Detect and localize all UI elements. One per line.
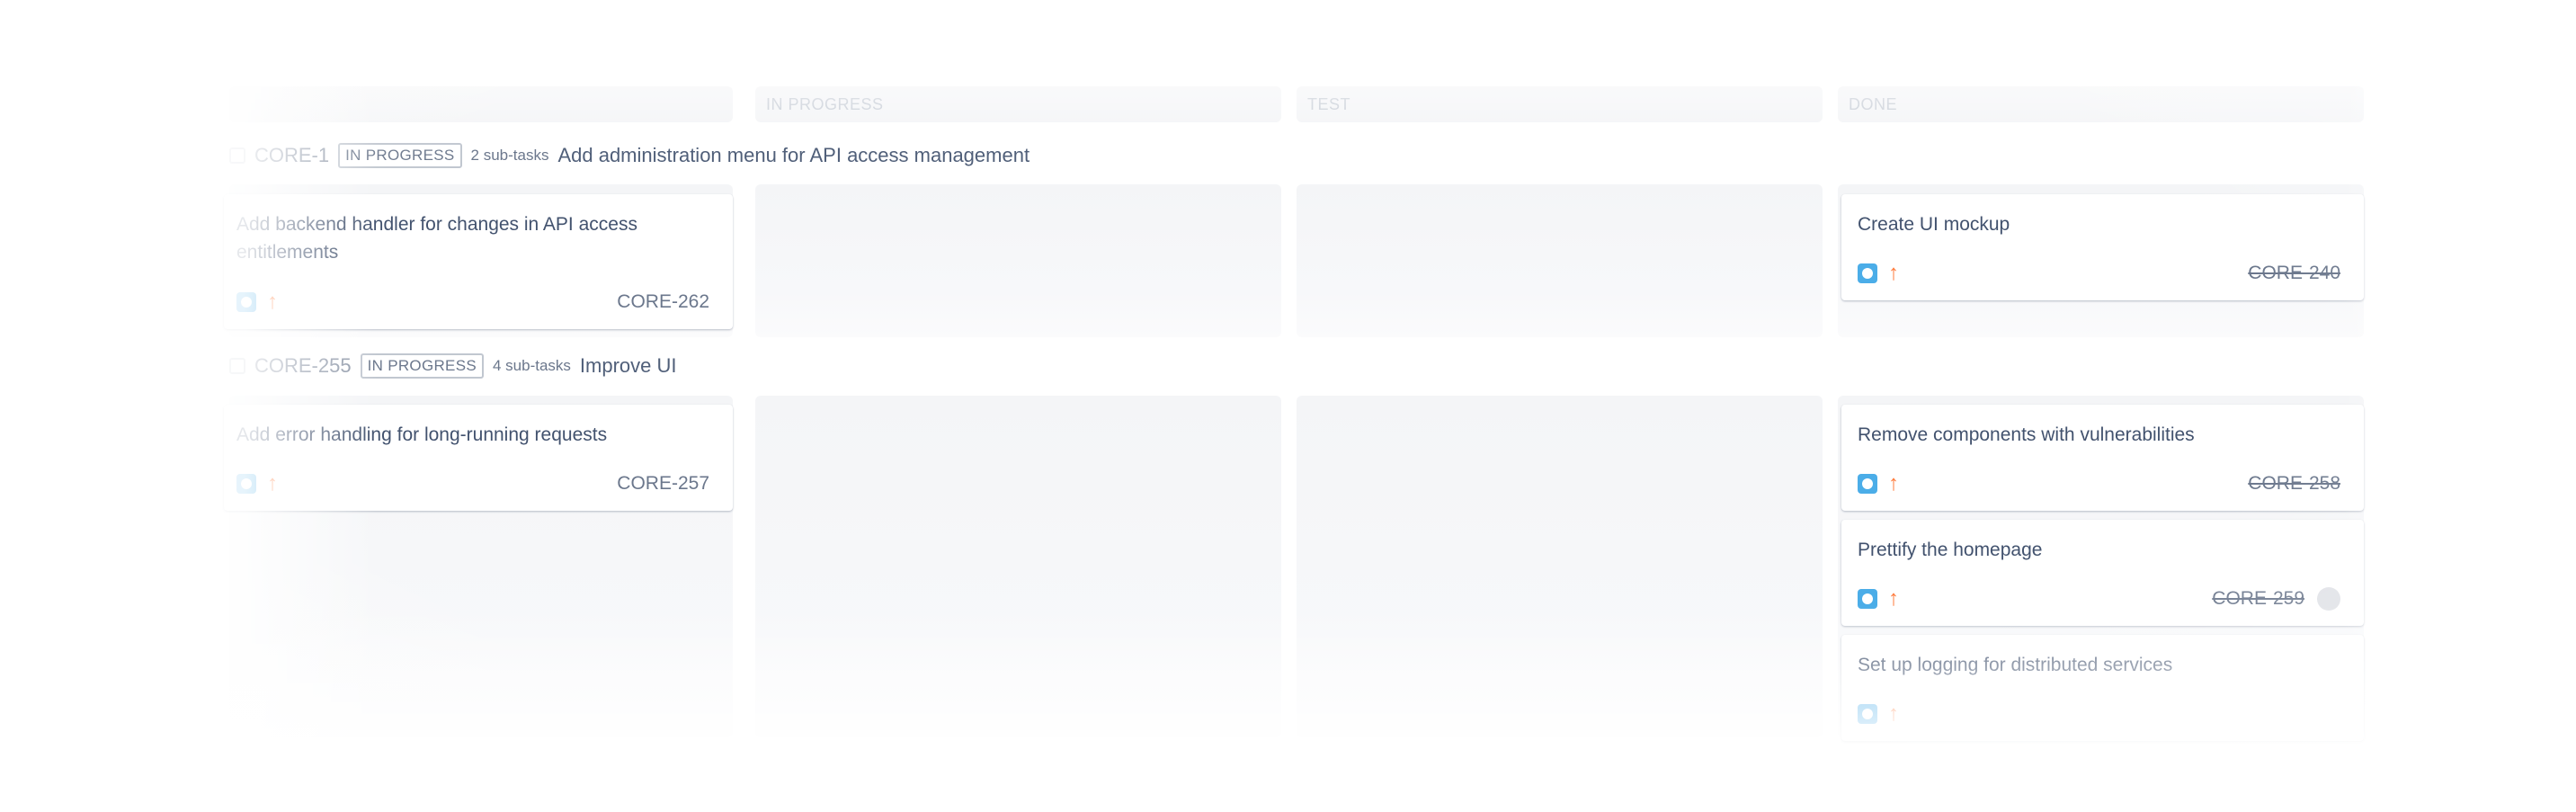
column-title: TEST [1307,94,1351,113]
column-header-done: DONE [1838,86,2364,122]
task-type-icon [236,474,256,494]
checkbox-icon [229,358,245,374]
card-title: Create UI mockup [1858,214,2010,235]
task-type-icon [1858,474,1877,494]
card-title: Prettify the homepage [1858,540,2043,560]
status-badge: IN PROGRESS [338,143,462,168]
task-type-icon [1858,704,1877,724]
priority-high-icon: ↑ [1888,701,1899,726]
column-cell [755,396,1281,737]
card-title: Add backend handler for changes in API a… [236,214,637,263]
avatar[interactable] [2317,587,2340,611]
issue-summary[interactable]: Add administration menu for API access m… [557,144,1030,167]
issue-card[interactable]: Add backend handler for changes in API a… [224,194,733,329]
card-key[interactable]: CORE-262 [617,291,709,313]
priority-high-icon: ↑ [1888,471,1899,495]
issue-card[interactable]: Remove components with vulnerabilities ↑… [1841,405,2364,511]
kanban-board: IN PROGRESS TEST DONE CORE-1 IN PROGRESS… [0,0,2576,812]
priority-high-icon: ↑ [267,290,278,314]
card-key[interactable]: CORE-240 [2248,263,2340,284]
card-key[interactable]: CORE-258 [2248,473,2340,495]
card-meta: ↑ CORE-258 [1858,471,2340,496]
card-meta: ↑ CORE-240 [1858,261,2340,286]
column-header-todo [229,86,733,122]
issue-card[interactable]: Add error handling for long-running requ… [224,405,733,511]
column-header-in-progress: IN PROGRESS [755,86,1281,122]
column-title: IN PROGRESS [766,94,884,113]
issue-key[interactable]: CORE-1 [254,144,329,167]
card-key[interactable]: CORE-257 [617,473,709,495]
column-title: DONE [1849,94,1898,113]
column-header-test: TEST [1297,86,1823,122]
issue-card[interactable]: Create UI mockup ↑ CORE-240 [1841,194,2364,300]
card-meta: ↑ CORE-257 [236,471,709,496]
task-type-icon [1858,263,1877,283]
subtask-count: 2 sub-tasks [470,147,549,164]
status-badge: IN PROGRESS [360,353,484,379]
fade-overlay-right [2342,0,2576,812]
card-title: Add error handling for long-running requ… [236,424,608,445]
issue-summary[interactable]: Improve UI [580,354,677,378]
column-cell [1297,184,1823,337]
checkbox-icon [229,147,245,164]
swimlane-header[interactable]: CORE-1 IN PROGRESS 2 sub-tasks Add admin… [229,138,1030,174]
column-cell [755,184,1281,337]
priority-high-icon: ↑ [1888,586,1899,611]
swimlane-header[interactable]: CORE-255 IN PROGRESS 4 sub-tasks Improve… [229,348,677,384]
priority-high-icon: ↑ [267,471,278,495]
subtask-count: 4 sub-tasks [492,357,571,374]
card-title: Remove components with vulnerabilities [1858,424,2195,445]
task-type-icon [236,292,256,312]
priority-high-icon: ↑ [1888,261,1899,285]
card-meta: ↑ [1858,701,2340,727]
card-key[interactable]: CORE-259 [2212,588,2304,610]
issue-card[interactable]: Prettify the homepage ↑ CORE-259 [1841,520,2364,626]
card-title: Set up logging for distributed services [1858,655,2173,675]
issue-key[interactable]: CORE-255 [254,354,352,378]
card-meta: ↑ CORE-262 [236,290,709,315]
card-meta: ↑ CORE-259 [1858,586,2340,611]
task-type-icon [1858,589,1877,609]
column-cell [1297,396,1823,737]
issue-card[interactable]: Set up logging for distributed services … [1841,635,2364,741]
